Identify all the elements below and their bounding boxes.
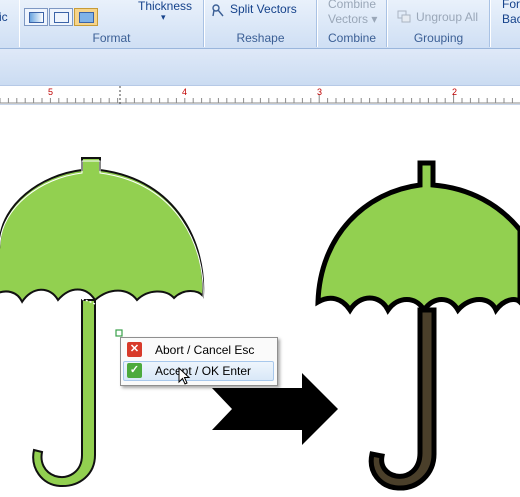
ungroup-icon xyxy=(397,10,411,23)
grouping-group: Ungroup All Grouping xyxy=(387,0,490,47)
reshape-group-label: Reshape xyxy=(236,31,285,45)
combine-group-label: Combine xyxy=(327,31,377,45)
ribbon: ic Thickness ▾ Format Split Vectors Resh… xyxy=(0,0,520,49)
split-vectors-icon xyxy=(212,4,224,17)
left-umbrella-canopy[interactable] xyxy=(0,157,205,305)
outline-style-icon xyxy=(54,12,69,23)
format-group-label: Format xyxy=(92,31,131,45)
cut-off-button-line1[interactable]: For xyxy=(502,0,520,11)
ruler-label-4: 4 xyxy=(182,87,188,97)
ruler-label-3: 3 xyxy=(317,87,323,97)
ruler-ticks xyxy=(0,86,520,104)
ruler-label-2: 2 xyxy=(452,87,458,97)
check-icon: ✓ xyxy=(127,363,142,378)
combine-vectors-button-line2[interactable]: Vectors ▾ xyxy=(328,12,377,26)
outline-style-swatch[interactable] xyxy=(49,8,73,26)
accept-ok-label: Accept / OK Enter xyxy=(155,364,252,378)
drawing-canvas[interactable] xyxy=(0,105,520,497)
toolbar-band xyxy=(0,49,520,86)
filled-outline-style-swatch[interactable] xyxy=(74,8,98,26)
left-umbrella-edit-path xyxy=(73,297,121,333)
abort-cancel-label: Abort / Cancel Esc xyxy=(155,343,255,357)
left-umbrella[interactable] xyxy=(0,157,205,488)
horizontal-ruler: 5 4 3 2 xyxy=(0,86,520,105)
context-menu: ✕ Abort / Cancel Esc ✓ Accept / OK Enter xyxy=(120,337,278,386)
ungroup-all-button[interactable]: Ungroup All xyxy=(416,10,478,24)
accept-ok-menu-item[interactable]: ✓ Accept / OK Enter xyxy=(123,361,274,381)
ruler-label-5: 5 xyxy=(48,87,54,97)
format-group-main: Thickness ▾ Format xyxy=(19,0,204,47)
cut-off-group: For Bac xyxy=(490,0,520,47)
split-vectors-button[interactable]: Split Vectors xyxy=(230,2,297,16)
canvas-drawing xyxy=(0,157,520,491)
reshape-group: Split Vectors Reshape xyxy=(204,0,317,47)
fill-style-swatch[interactable] xyxy=(24,8,48,26)
mouse-cursor-icon xyxy=(178,367,191,385)
right-umbrella[interactable] xyxy=(315,160,520,491)
grouping-group-label: Grouping xyxy=(413,31,464,45)
right-umbrella-handle[interactable] xyxy=(368,307,437,491)
cut-off-button-line2[interactable]: Bac xyxy=(502,12,520,26)
format-group: ic xyxy=(0,0,20,47)
cut-ribbon-button[interactable]: ic xyxy=(0,10,8,24)
filled-outline-style-icon xyxy=(79,12,94,23)
thickness-dropdown-icon[interactable]: ▾ xyxy=(161,12,166,23)
left-umbrella-handle[interactable] xyxy=(32,299,96,488)
edit-node-handle[interactable] xyxy=(115,329,123,337)
right-umbrella-canopy[interactable] xyxy=(315,160,520,315)
combine-group: Combine Vectors ▾ Combine xyxy=(317,0,387,47)
fill-style-icon xyxy=(29,12,44,23)
combine-vectors-button[interactable]: Combine xyxy=(328,0,376,11)
close-icon: ✕ xyxy=(127,342,142,357)
abort-cancel-menu-item[interactable]: ✕ Abort / Cancel Esc xyxy=(123,340,274,360)
